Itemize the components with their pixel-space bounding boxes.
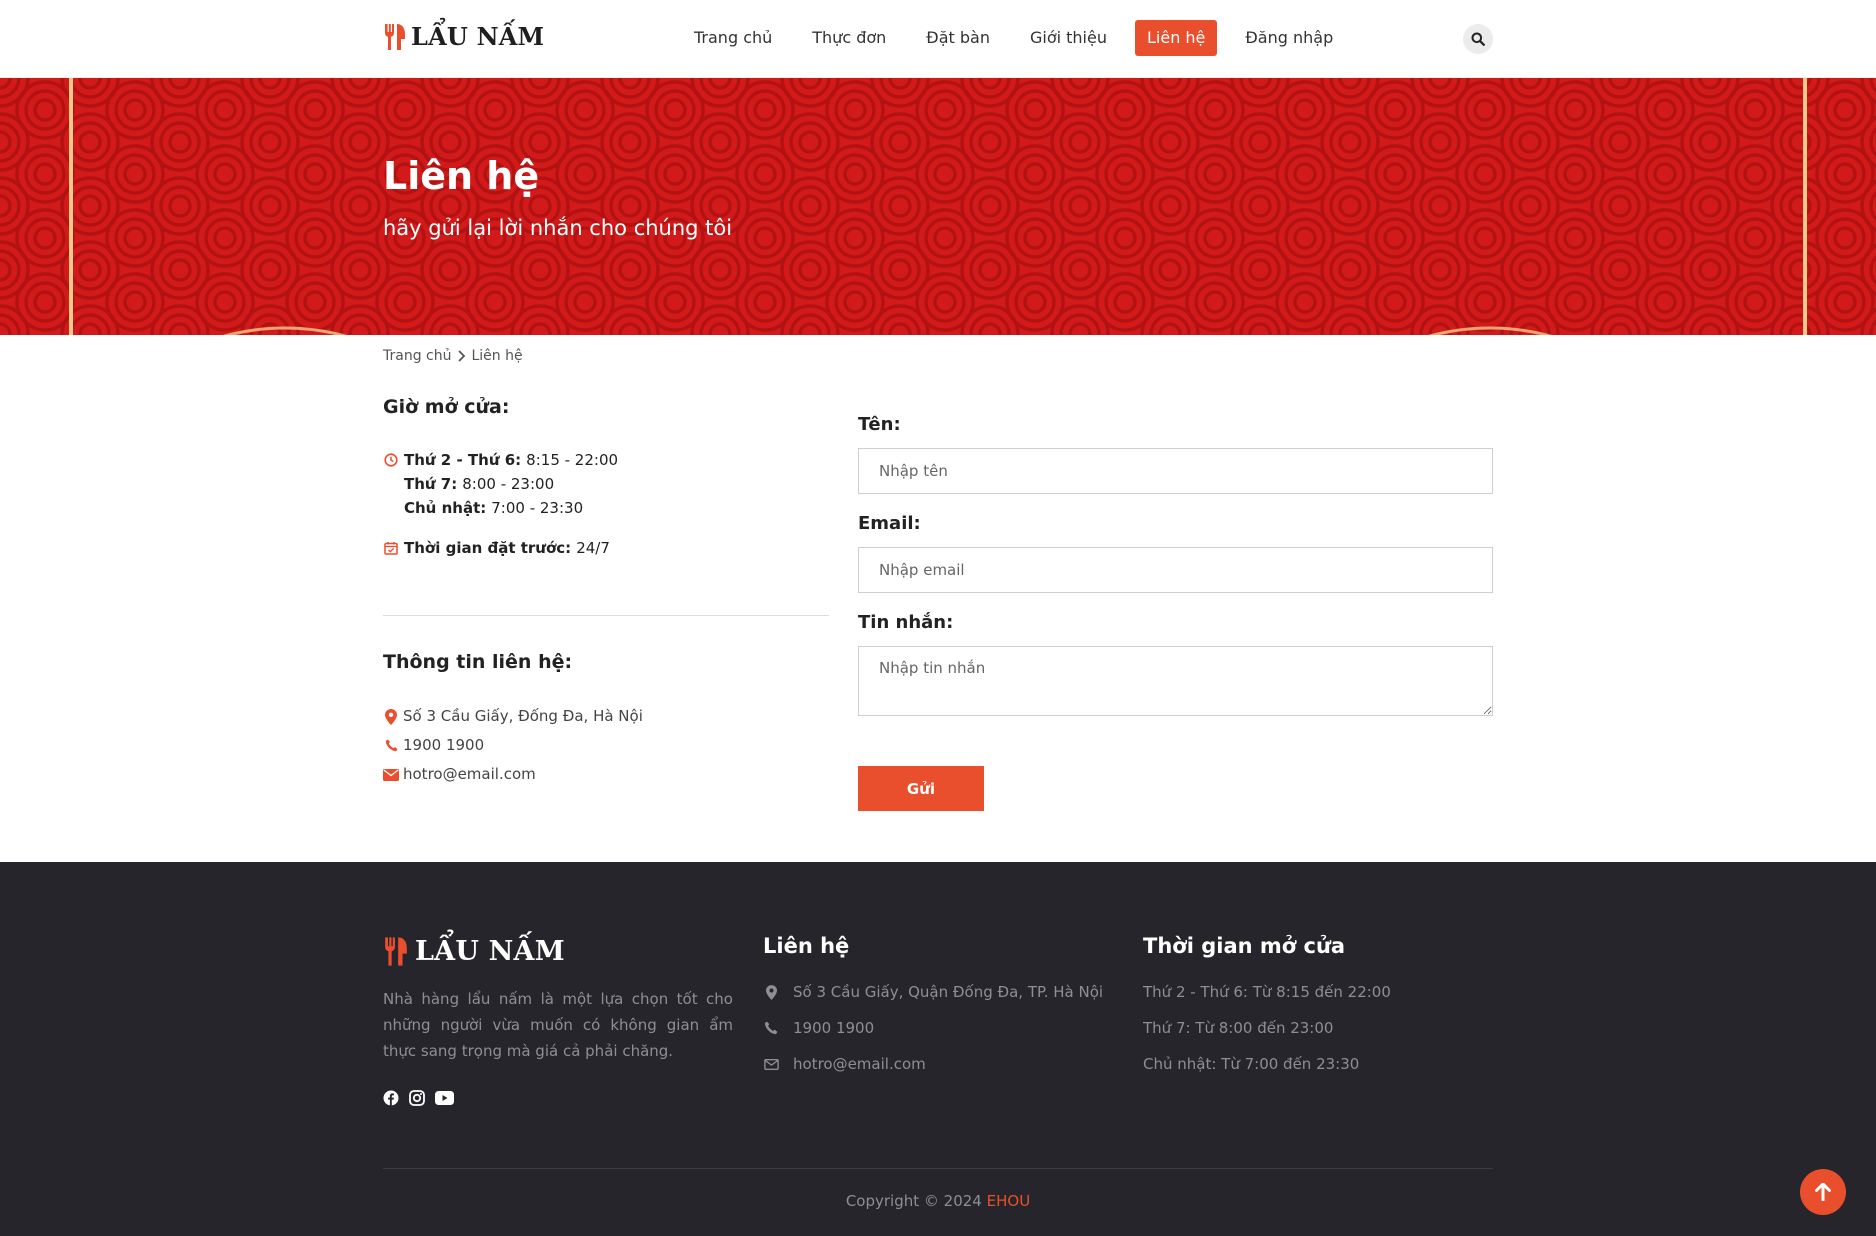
main-nav: Trang chủ Thực đơn Đặt bàn Giới thiệu Li… — [682, 20, 1361, 56]
nav-item-booking[interactable]: Đặt bàn — [914, 20, 1002, 56]
contact-email: hotro@email.com — [383, 760, 643, 789]
back-to-top-button[interactable] — [1800, 1169, 1846, 1215]
fork-knife-icon — [385, 23, 405, 50]
calendar-check-icon — [383, 541, 398, 555]
submit-button[interactable]: Gửi — [858, 766, 984, 811]
copyright: Copyright © 2024 EHOU — [0, 1192, 1876, 1210]
advance-label: Thời gian đặt trước: — [404, 539, 572, 557]
social-links — [383, 1090, 454, 1106]
hours-time: 8:15 - 22:00 — [526, 451, 619, 469]
footer-hours-row: Thứ 7: Từ 8:00 đến 23:00 — [1143, 1019, 1334, 1037]
section-divider — [383, 615, 829, 616]
contact-list: Số 3 Cầu Giấy, Đống Đa, Hà Nội 1900 1900… — [383, 702, 643, 789]
hours-row: Thứ 7: 8:00 - 23:00 — [383, 472, 618, 496]
message-textarea[interactable] — [858, 646, 1493, 716]
footer-hours-list: Thứ 2 - Thứ 6: Từ 8:15 đến 22:00 Thứ 7: … — [1143, 974, 1391, 1082]
phone-icon — [383, 739, 399, 752]
nav-item-home[interactable]: Trang chủ — [682, 20, 784, 56]
breadcrumb: Trang chủ Liên hệ — [383, 348, 523, 364]
search-icon — [1471, 32, 1485, 46]
facebook-icon[interactable] — [383, 1090, 399, 1106]
envelope-icon — [383, 768, 399, 781]
footer-description: Nhà hàng lẩu nấm là một lựa chọn tốt cho… — [383, 990, 733, 1060]
footer-hours-row: Chủ nhật: Từ 7:00 đến 23:30 — [1143, 1055, 1360, 1073]
swirl-pattern-background — [0, 78, 1876, 335]
hours-row: Chủ nhật: 7:00 - 23:30 — [383, 496, 618, 520]
advance-booking: Thời gian đặt trước: 24/7 — [383, 536, 610, 560]
nav-item-contact[interactable]: Liên hệ — [1134, 20, 1218, 56]
email-input[interactable] — [858, 547, 1493, 593]
breadcrumb-current: Liên hệ — [471, 348, 523, 364]
brand-name: LẨU NẤM — [411, 22, 545, 51]
page-title: Liên hệ — [383, 154, 540, 198]
footer-brand-name: LẨU NẤM — [415, 936, 565, 967]
instagram-icon[interactable] — [409, 1090, 425, 1106]
map-marker-icon — [763, 984, 779, 1000]
footer-phone: 1900 1900 — [763, 1010, 1103, 1046]
hero-border-line-left — [69, 78, 73, 335]
copyright-brand[interactable]: EHOU — [987, 1192, 1031, 1210]
hours-title: Giờ mở cửa: — [383, 396, 510, 418]
hours-day: Thứ 2 - Thứ 6: — [404, 451, 522, 469]
breadcrumb-home[interactable]: Trang chủ — [383, 348, 451, 364]
nav-item-about[interactable]: Giới thiệu — [1018, 20, 1119, 56]
footer-hours-row: Thứ 2 - Thứ 6: Từ 8:15 đến 22:00 — [1143, 983, 1391, 1001]
message-label: Tin nhắn: — [858, 612, 954, 633]
footer-divider — [383, 1168, 1493, 1169]
arrow-up-icon — [1815, 1183, 1831, 1201]
site-logo[interactable]: LẨU NẤM — [383, 22, 544, 51]
hours-row: Thứ 2 - Thứ 6: 8:15 - 22:00 — [383, 448, 618, 472]
map-marker-icon — [383, 708, 399, 725]
name-input[interactable] — [858, 448, 1493, 494]
copyright-text: Copyright © 2024 — [845, 1192, 982, 1210]
clock-icon — [383, 453, 398, 467]
site-header: LẨU NẤM Trang chủ Thực đơn Đặt bàn Giới … — [0, 0, 1876, 78]
footer-contact-list: Số 3 Cầu Giấy, Quận Đống Đa, TP. Hà Nội … — [763, 974, 1103, 1082]
hours-list: Thứ 2 - Thứ 6: 8:15 - 22:00 Thứ 7: 8:00 … — [383, 448, 618, 520]
chevron-right-icon — [458, 350, 466, 362]
contact-address: Số 3 Cầu Giấy, Đống Đa, Hà Nội — [383, 702, 643, 731]
nav-item-login[interactable]: Đăng nhập — [1233, 20, 1345, 56]
footer-email: hotro@email.com — [763, 1046, 1103, 1082]
site-footer: LẨU NẤM Nhà hàng lẩu nấm là một lựa chọn… — [0, 862, 1876, 1236]
phone-icon — [763, 1021, 779, 1035]
hours-day: Thứ 7: — [404, 475, 458, 493]
email-label: Email: — [858, 513, 921, 534]
hours-day: Chủ nhật: — [404, 499, 487, 517]
hero-border-line-right — [1803, 78, 1807, 335]
footer-hours-title: Thời gian mở cửa — [1143, 934, 1346, 958]
youtube-icon[interactable] — [435, 1091, 454, 1105]
envelope-icon — [763, 1058, 779, 1070]
footer-address: Số 3 Cầu Giấy, Quận Đống Đa, TP. Hà Nội — [763, 974, 1103, 1010]
advance-value: 24/7 — [576, 539, 610, 557]
hours-time: 7:00 - 23:30 — [491, 499, 584, 517]
hours-time: 8:00 - 23:00 — [462, 475, 555, 493]
contact-phone: 1900 1900 — [383, 731, 643, 760]
page-subtitle: hãy gửi lại lời nhắn cho chúng tôi — [383, 216, 733, 240]
contact-title: Thông tin liên hệ: — [383, 651, 573, 673]
footer-contact-title: Liên hệ — [763, 934, 850, 958]
fork-knife-icon — [385, 937, 407, 966]
hero-banner: Liên hệ hãy gửi lại lời nhắn cho chúng t… — [0, 78, 1876, 335]
footer-logo[interactable]: LẨU NẤM — [383, 936, 565, 967]
search-button[interactable] — [1463, 24, 1493, 54]
name-label: Tên: — [858, 414, 901, 435]
nav-item-menu[interactable]: Thực đơn — [800, 20, 898, 56]
